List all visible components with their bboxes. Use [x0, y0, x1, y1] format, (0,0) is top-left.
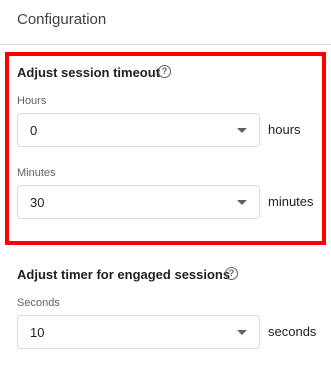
seconds-select-value: 10 — [30, 325, 45, 340]
minutes-select-value: 30 — [30, 195, 45, 210]
help-circle-icon[interactable]: ? — [225, 267, 238, 280]
seconds-select[interactable]: 10 — [17, 315, 260, 349]
hours-label: Hours — [17, 95, 47, 107]
help-circle-icon[interactable]: ? — [158, 65, 171, 78]
divider — [0, 44, 331, 45]
minutes-select[interactable]: 30 — [17, 185, 260, 219]
session-timeout-title: Adjust session timeout — [17, 65, 161, 80]
minutes-unit-label: minutes — [268, 194, 314, 209]
seconds-unit-label: seconds — [268, 324, 317, 339]
minutes-label: Minutes — [17, 167, 56, 179]
hours-select-value: 0 — [30, 123, 38, 138]
hours-unit-label: hours — [268, 122, 301, 137]
page-title: Configuration — [17, 11, 107, 28]
chevron-down-icon — [237, 128, 247, 133]
configuration-panel: Configuration Adjust session timeout ? H… — [0, 0, 331, 368]
seconds-label: Seconds — [17, 297, 60, 309]
chevron-down-icon — [237, 330, 247, 335]
engaged-sessions-title: Adjust timer for engaged sessions — [17, 267, 231, 282]
hours-select[interactable]: 0 — [17, 113, 260, 147]
chevron-down-icon — [237, 200, 247, 205]
